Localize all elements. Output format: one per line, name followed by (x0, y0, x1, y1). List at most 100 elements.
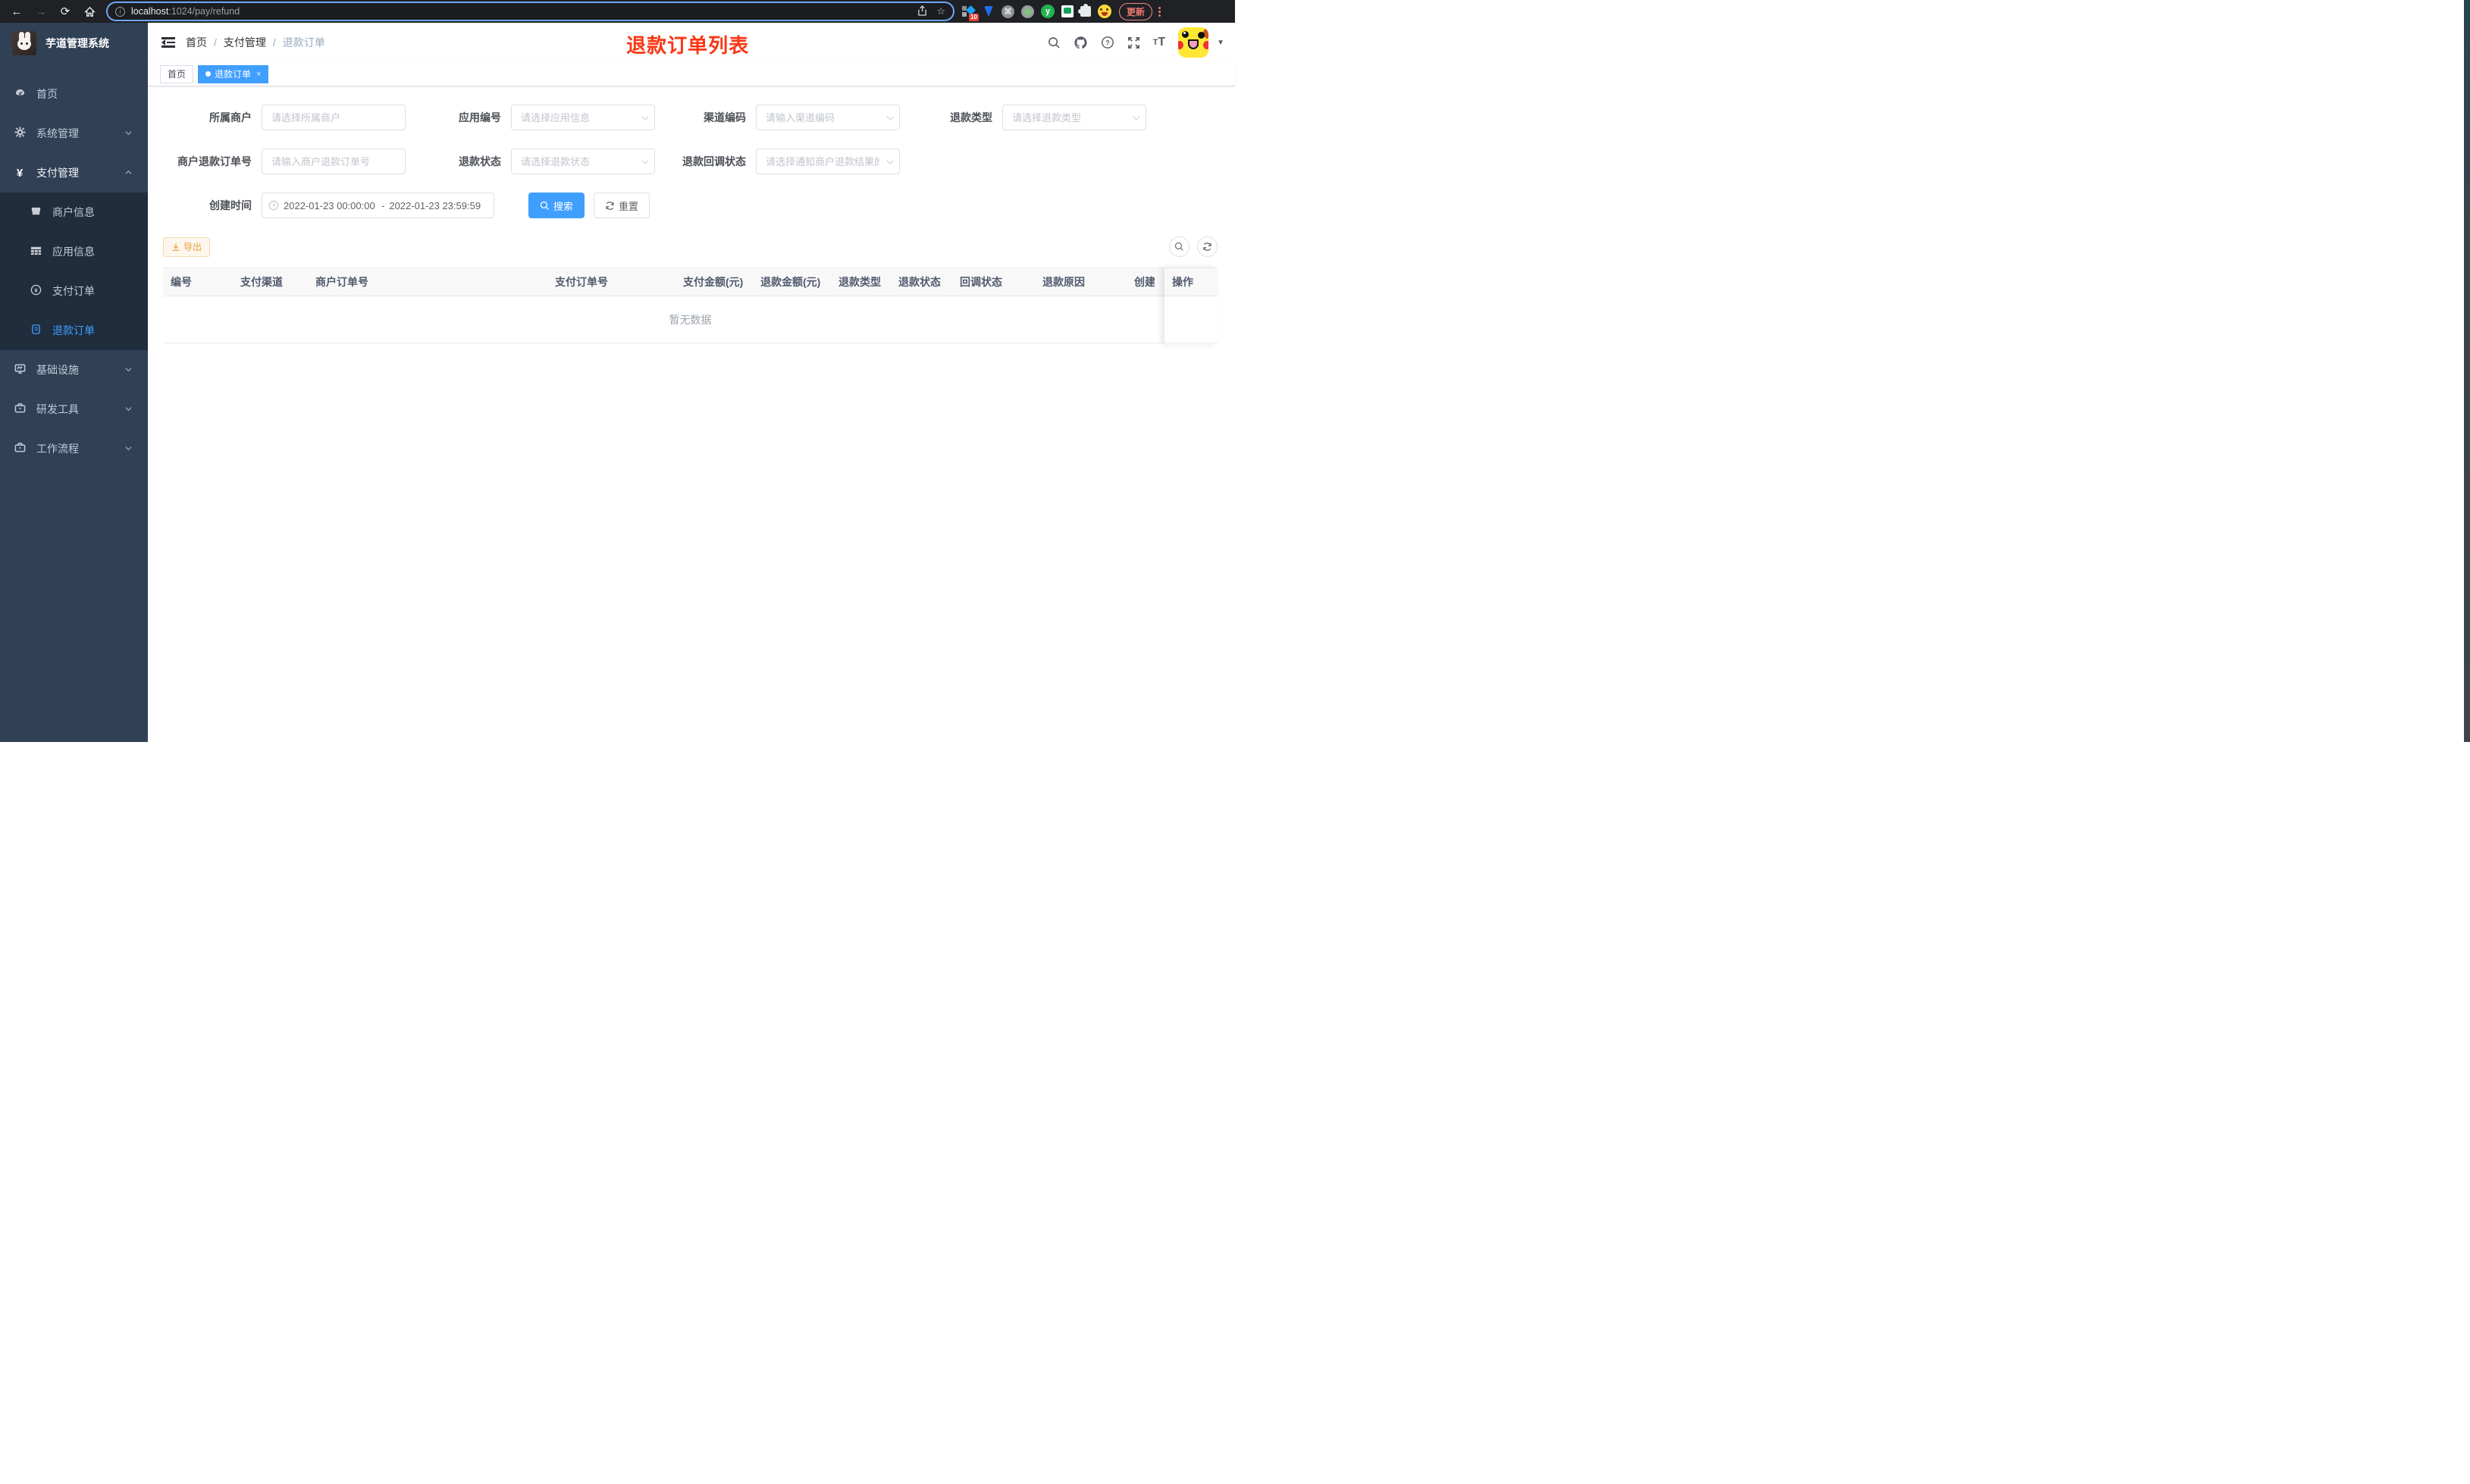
tab-refund-order[interactable]: 退款订单 × (198, 64, 269, 83)
bookmark-star-icon[interactable]: ☆ (936, 5, 945, 17)
refund-status-select[interactable] (511, 149, 655, 174)
share-icon[interactable] (917, 5, 927, 18)
user-avatar[interactable] (1178, 27, 1209, 58)
tab-close-icon[interactable]: × (256, 70, 261, 79)
chevron-down-icon (124, 403, 133, 415)
home-icon (83, 6, 96, 17)
filter-label-merchant: 所属商户 (209, 111, 252, 124)
sidebar-item-label: 首页 (36, 88, 58, 100)
reset-button[interactable]: 重置 (594, 193, 650, 218)
sidebar-item-label: 研发工具 (36, 403, 79, 415)
breadcrumb-home[interactable]: 首页 (186, 35, 207, 50)
search-icon (1174, 242, 1183, 251)
sidebar-item-workflow[interactable]: 工作流程 (0, 429, 148, 468)
extension-badge: 10 (969, 13, 979, 21)
url-path: :1024/pay/refund (168, 6, 240, 17)
site-info-icon[interactable]: i (115, 6, 125, 17)
chevron-down-icon (124, 364, 133, 376)
browser-home-button[interactable] (80, 2, 99, 20)
filter-label-create-time: 创建时间 (209, 199, 252, 211)
window-edge (2464, 0, 2470, 742)
briefcase-icon (14, 442, 26, 456)
col-refund-reason: 退款原因 (1042, 276, 1085, 288)
sidebar-item-label: 商户信息 (52, 206, 95, 218)
tab-home[interactable]: 首页 (160, 64, 194, 83)
sidebar-item-merchant-info[interactable]: 商户信息 (0, 193, 148, 232)
extension-y-icon[interactable]: y (1041, 5, 1055, 18)
sidebar-item-pay-order[interactable]: ¥ 支付订单 (0, 271, 148, 311)
chevron-down-icon (124, 443, 133, 455)
sidebar-item-system[interactable]: 系统管理 (0, 114, 148, 153)
sidebar-item-refund-order[interactable]: 退款订单 (0, 311, 148, 350)
browser-back-button[interactable]: ← (8, 2, 26, 20)
url-bar[interactable]: i localhost:1024/pay/refund ☆ (108, 3, 953, 20)
col-id: 编号 (171, 276, 192, 288)
help-icon[interactable]: ? (1101, 36, 1114, 49)
sidebar-item-app-info[interactable]: 应用信息 (0, 232, 148, 271)
browser-extensions: 10 ⌘ y (962, 4, 1111, 21)
refresh-table-button[interactable] (1197, 236, 1218, 257)
github-icon[interactable] (1074, 36, 1088, 50)
url-host: localhost (131, 6, 169, 17)
filter-label-refund-status: 退款状态 (459, 155, 501, 167)
breadcrumb-current: 退款订单 (282, 36, 325, 49)
tags-view-bar: 首页 退款订单 × (148, 62, 1235, 86)
empty-text: 暂无数据 (669, 313, 712, 326)
search-icon[interactable] (1048, 36, 1061, 49)
col-notify-status: 回调状态 (960, 276, 1002, 288)
breadcrumb-section[interactable]: 支付管理 (224, 35, 266, 50)
font-size-icon[interactable]: TT (1153, 36, 1166, 49)
create-time-range-picker[interactable]: 2022-01-23 00:00:00 - 2022-01-23 23:59:5… (262, 193, 494, 218)
refresh-icon (606, 201, 614, 210)
extension-gem-icon[interactable] (982, 5, 995, 18)
sidebar-item-pay[interactable]: ¥ 支付管理 (0, 153, 148, 193)
sidebar-logo-row[interactable]: 芋道管理系统 (0, 23, 148, 64)
fullscreen-icon[interactable] (1127, 36, 1140, 49)
browser-update-button[interactable]: 更新 (1119, 2, 1153, 20)
dashboard-icon (14, 87, 26, 101)
sidebar-item-label: 支付管理 (36, 167, 79, 179)
extension-command-icon[interactable]: ⌘ (1001, 5, 1014, 18)
browser-reload-button[interactable]: ⟳ (56, 2, 74, 20)
extension-chat-icon[interactable] (1061, 5, 1074, 17)
browser-forward-button[interactable]: → (32, 2, 50, 20)
extension-dot-icon[interactable] (1021, 5, 1034, 18)
app-select[interactable] (511, 105, 655, 130)
merchant-refund-no-input[interactable] (262, 149, 406, 174)
yen-circle-icon: ¥ (30, 284, 42, 298)
sidebar-item-home[interactable]: 首页 (0, 74, 148, 114)
app-logo (12, 31, 36, 55)
sidebar-toggle-icon[interactable] (161, 37, 175, 48)
chevron-down-icon (124, 127, 133, 139)
refund-type-select[interactable] (1002, 105, 1146, 130)
table-empty-row: 暂无数据 (163, 296, 1218, 343)
top-navbar: 首页 / 支付管理 / 退款订单 退款订单列表 ? T T ▼ (148, 23, 1235, 62)
sidebar-item-label: 支付订单 (52, 285, 95, 297)
browser-menu-icon[interactable] (1158, 6, 1161, 17)
avatar-caret-icon[interactable]: ▼ (1217, 39, 1224, 47)
search-button[interactable]: 搜索 (528, 193, 585, 218)
table-header-row: 编号 支付渠道 商户订单号 支付订单号 支付金额(元) 退款金额(元) 退款类型… (163, 268, 1218, 296)
filter-label-merchant-refund-no: 商户退款订单号 (177, 155, 252, 167)
channel-select[interactable] (756, 105, 900, 130)
extension-diamond-icon[interactable]: 10 (962, 5, 979, 21)
export-button[interactable]: 导出 (163, 236, 211, 257)
sidebar-menu: 首页 系统管理 ¥ 支付管理 商户信息 应用信息 ¥ 支付订单 退款订单 基础设… (0, 74, 148, 468)
merchant-select[interactable] (262, 105, 406, 130)
sidebar-item-label: 基础设施 (36, 364, 79, 376)
col-refund-amount: 退款金额(元) (760, 276, 821, 288)
sidebar-item-devtools[interactable]: 研发工具 (0, 390, 148, 429)
search-icon (540, 201, 550, 210)
date-end-value: 2022-01-23 23:59:59 (389, 199, 481, 211)
refund-document-icon (30, 324, 42, 337)
extension-emoji-icon[interactable] (1098, 5, 1111, 18)
extensions-puzzle-icon[interactable] (1078, 4, 1091, 17)
sidebar: 芋道管理系统 首页 系统管理 ¥ 支付管理 商户信息 应用信息 ¥ 支付订单 退… (0, 23, 148, 742)
filter-label-refund-type: 退款类型 (950, 111, 992, 124)
col-action: 操作 (1164, 268, 1218, 296)
store-icon (30, 205, 42, 219)
sidebar-item-infra[interactable]: 基础设施 (0, 350, 148, 390)
breadcrumb: 首页 / 支付管理 / 退款订单 (186, 35, 325, 50)
notify-status-select[interactable] (756, 149, 900, 174)
toggle-search-button[interactable] (1169, 236, 1190, 257)
